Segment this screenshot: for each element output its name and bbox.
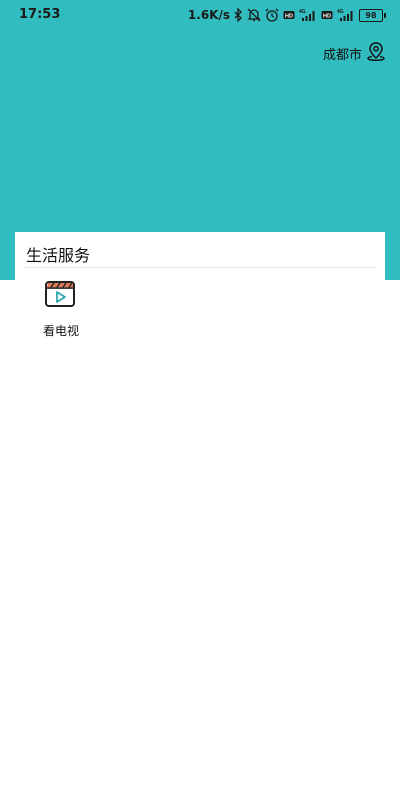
location-city: 成都市 [322, 47, 362, 63]
signal-4g-icon: 4G [299, 8, 317, 22]
location-selector[interactable]: 成都市 [323, 41, 386, 65]
status-time: 17:53 [19, 7, 61, 22]
service-label: 看电视 [42, 324, 79, 338]
svg-text:4G: 4G [299, 9, 306, 15]
bluetooth-icon [234, 8, 243, 22]
signal-4g-icon: 4G [337, 8, 355, 22]
battery-icon: 98 [359, 8, 386, 22]
hd-icon: HD [283, 8, 295, 22]
svg-text:HD: HD [323, 14, 331, 20]
life-services-card: 生活服务 看电视 [15, 232, 385, 352]
location-pin-icon [366, 41, 386, 65]
svg-text:HD: HD [285, 14, 293, 20]
tv-video-icon [44, 280, 76, 308]
card-title: 生活服务 [26, 246, 91, 265]
card-divider [25, 267, 375, 268]
battery-level: 98 [359, 8, 383, 22]
status-bar: 17:53 1.6K/s HD 4G HD 4G 98 [0, 0, 400, 30]
svg-text:4G: 4G [337, 9, 344, 15]
hd-icon: HD [321, 8, 333, 22]
service-item-watch-tv[interactable]: 看电视 [35, 280, 87, 342]
status-indicators: 1.6K/s HD 4G HD 4G 98 [188, 7, 386, 23]
alarm-icon [265, 8, 279, 22]
dnd-off-icon [247, 8, 261, 22]
network-speed: 1.6K/s [187, 8, 230, 22]
